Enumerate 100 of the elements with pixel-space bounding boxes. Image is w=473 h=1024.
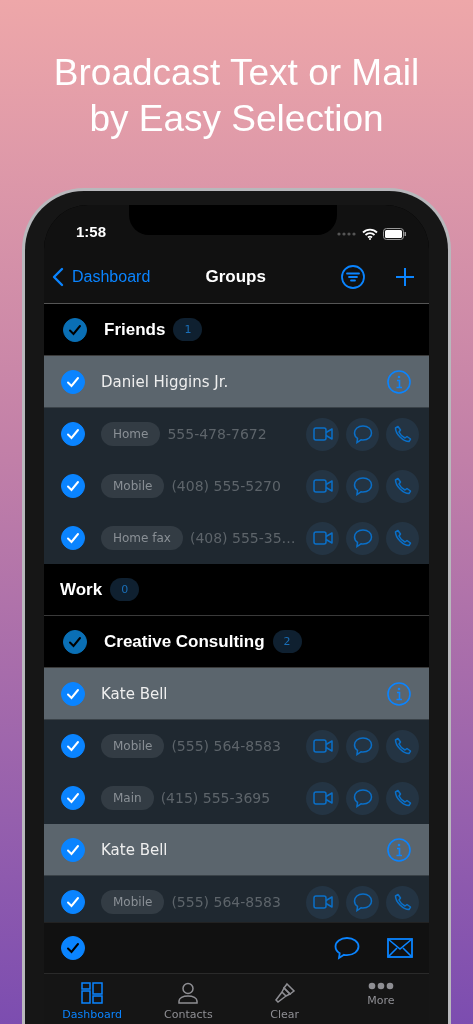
count-badge: 2: [272, 630, 302, 653]
video-button[interactable]: [306, 469, 339, 503]
select-all-checkbox[interactable]: [61, 936, 85, 960]
checkmark-icon: [66, 480, 80, 492]
headline: Broadcast Text or Mail: [52, 51, 421, 95]
checkmark-icon: [66, 532, 80, 544]
signal-icon: [337, 232, 357, 236]
speech-bubble-icon: [352, 736, 373, 756]
group-name: Creative Consulting: [104, 631, 265, 652]
count-badge: 0: [110, 578, 140, 601]
headline: by Easy Selection: [88, 97, 385, 141]
phone-label: Mobile: [101, 474, 165, 498]
phone-label: Mobile: [101, 890, 165, 914]
speech-bubble-icon: [352, 424, 373, 444]
phone-checkbox[interactable]: [61, 422, 85, 446]
phone-checkbox[interactable]: [61, 786, 85, 810]
phone-number: 555-478-7672: [167, 426, 268, 442]
message-button[interactable]: [346, 521, 379, 555]
contact-name: Daniel Higgins Jr.: [101, 372, 230, 391]
info-icon[interactable]: [387, 369, 411, 394]
speech-bubble-icon: [352, 892, 373, 912]
video-button[interactable]: [306, 521, 339, 555]
brush-icon: [273, 982, 296, 1004]
group-name: Work: [60, 579, 103, 600]
call-button[interactable]: [386, 885, 419, 919]
message-button[interactable]: [346, 885, 379, 919]
video-button[interactable]: [306, 729, 339, 763]
message-button[interactable]: [346, 781, 379, 815]
phone-number: (415) 555-3695: [160, 790, 272, 806]
phone-icon: [393, 425, 412, 443]
message-button[interactable]: [346, 417, 379, 451]
checkmark-icon: [68, 635, 82, 648]
tab[interactable]: Dashboard: [44, 974, 141, 1024]
call-button[interactable]: [386, 521, 419, 555]
phone-checkbox[interactable]: [61, 890, 85, 914]
contact-row[interactable]: Kate Bell: [44, 824, 429, 876]
phone-icon: [393, 477, 412, 495]
phone-number: (555) 564-8583: [171, 738, 282, 754]
battery-icon: [383, 228, 407, 240]
status-time: 1:58: [76, 223, 107, 240]
video-icon: [312, 791, 333, 805]
checkmark-icon: [66, 843, 80, 856]
speech-bubble-icon: [352, 788, 373, 808]
phone-icon: [393, 893, 412, 911]
video-icon: [312, 479, 333, 493]
contact-row[interactable]: Daniel Higgins Jr.: [44, 356, 429, 408]
call-button[interactable]: [386, 781, 419, 815]
checkmark-icon: [66, 740, 80, 752]
message-button[interactable]: [346, 469, 379, 503]
back-button[interactable]: Dashboard: [52, 266, 151, 287]
contact-checkbox[interactable]: [61, 681, 85, 706]
group-name: Friends: [104, 319, 166, 340]
nav-title: Groups: [204, 266, 267, 287]
contact-checkbox[interactable]: [61, 369, 85, 394]
call-button[interactable]: [386, 417, 419, 451]
filter-icon[interactable]: [341, 264, 365, 289]
tab[interactable]: Contacts: [140, 974, 237, 1024]
checkmark-icon: [66, 375, 80, 388]
contact-name: Kate Bell: [101, 840, 169, 859]
wifi-icon: [362, 228, 378, 240]
phone-label: Main: [101, 786, 154, 810]
phone-icon: [393, 789, 412, 807]
checkmark-icon: [66, 942, 80, 954]
phone-number: (408) 555-5270: [171, 478, 282, 494]
tab[interactable]: More: [332, 974, 429, 1024]
phone-number: (555) 564-8583: [171, 894, 282, 910]
call-button[interactable]: [386, 729, 419, 763]
phone-checkbox[interactable]: [61, 526, 85, 550]
phone-checkbox[interactable]: [61, 474, 85, 498]
phone-number: (408) 555-35…: [189, 530, 297, 546]
phone-icon: [393, 737, 412, 755]
checkmark-icon: [66, 687, 80, 700]
info-icon[interactable]: [387, 681, 411, 706]
person-icon: [177, 982, 200, 1004]
group-checkbox[interactable]: [63, 629, 87, 654]
message-button[interactable]: [346, 729, 379, 763]
call-button[interactable]: [386, 469, 419, 503]
video-button[interactable]: [306, 781, 339, 815]
group-checkbox[interactable]: [63, 317, 87, 342]
checkmark-icon: [66, 792, 80, 804]
contact-checkbox[interactable]: [61, 837, 85, 862]
speech-bubble-icon[interactable]: [334, 936, 360, 960]
checkmark-icon: [68, 323, 82, 336]
video-icon: [312, 427, 333, 441]
speech-bubble-icon: [352, 528, 373, 548]
tab[interactable]: Clear: [236, 974, 333, 1024]
add-icon[interactable]: [395, 266, 415, 287]
chevron-left-icon: [52, 266, 64, 287]
contact-name: Kate Bell: [101, 684, 169, 703]
phone-checkbox[interactable]: [61, 734, 85, 758]
info-icon[interactable]: [387, 837, 411, 862]
phone-label: Mobile: [101, 734, 165, 758]
video-icon: [312, 895, 333, 909]
mail-icon[interactable]: [387, 938, 413, 958]
video-button[interactable]: [306, 885, 339, 919]
contact-row[interactable]: Kate Bell: [44, 668, 429, 720]
more-icon: [367, 982, 394, 990]
checkmark-icon: [66, 428, 80, 440]
video-button[interactable]: [306, 417, 339, 451]
checkmark-icon: [66, 896, 80, 908]
